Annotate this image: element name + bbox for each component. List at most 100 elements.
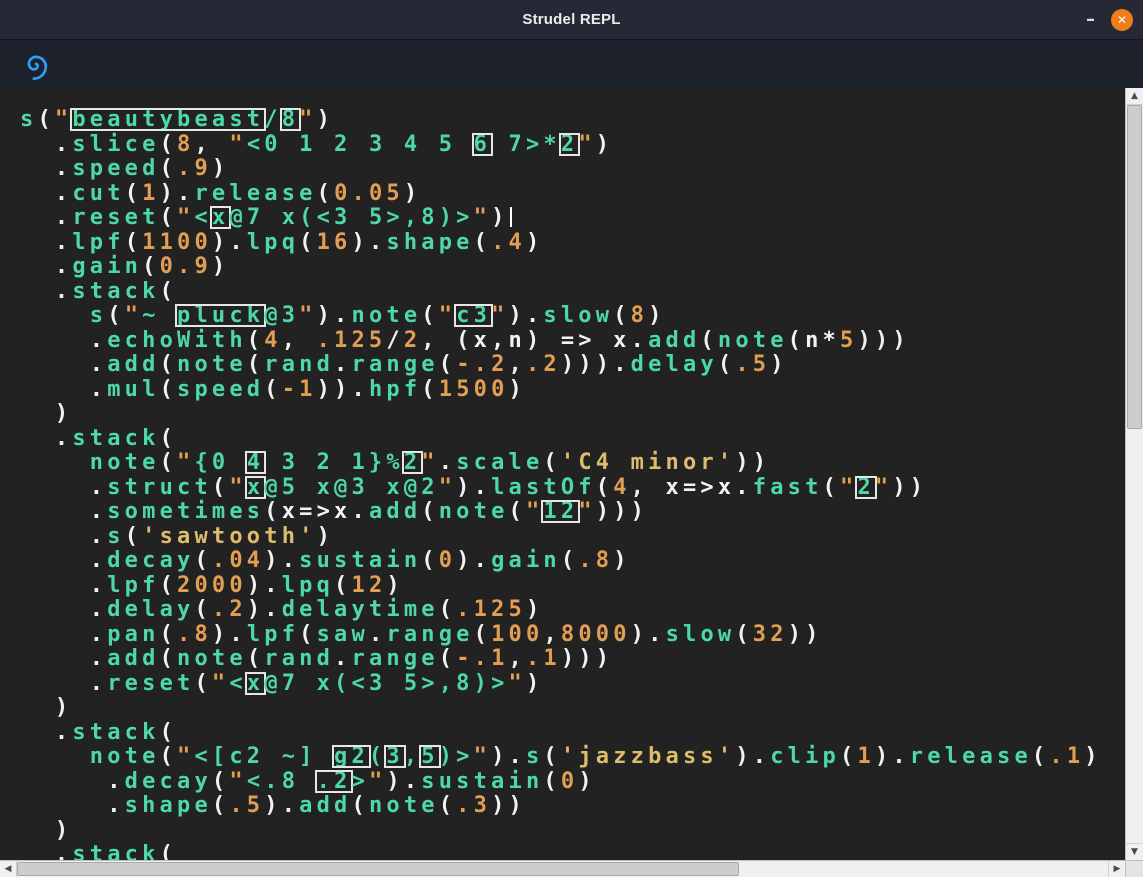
code-token: @7 x(<3 5>,8)> — [264, 671, 508, 696]
code-line: note("<[c2 ~] g2(3,5)>").s('jazzbass').c… — [20, 745, 1125, 770]
strudel-spiral-logo[interactable] — [20, 48, 52, 80]
code-line: ) — [20, 696, 1125, 721]
code-token: " — [491, 303, 508, 328]
scroll-left-button[interactable]: ◀ — [0, 861, 17, 877]
code-token: ). — [456, 475, 491, 500]
code-token: . — [20, 426, 72, 451]
code-token: x=>x. — [282, 499, 369, 524]
code-token: ). — [247, 597, 282, 622]
code-token: note — [439, 499, 509, 524]
code-token: ) — [20, 695, 72, 720]
text-cursor — [510, 207, 512, 227]
code-token: < — [194, 205, 211, 230]
code-token: ( — [543, 450, 560, 475]
close-button[interactable]: ✕ — [1111, 9, 1133, 31]
minimize-button[interactable]: – — [1084, 11, 1097, 29]
code-token: .8 — [177, 622, 212, 647]
code-token: note — [90, 744, 160, 769]
code-token: ) — [526, 597, 543, 622]
code-token: @3 — [264, 303, 299, 328]
scroll-down-button[interactable]: ▼ — [1126, 843, 1143, 860]
code-token: . — [20, 524, 107, 549]
code-token: ). — [264, 548, 299, 573]
code-token: stack — [72, 842, 159, 860]
code-token: ) — [596, 132, 613, 157]
code-token: 12 — [352, 573, 387, 598]
code-token: . — [20, 377, 107, 402]
code-token: ) — [526, 671, 543, 696]
code-token: ( — [247, 328, 264, 353]
code-token: ( — [421, 499, 438, 524]
code-token: )) — [788, 622, 823, 647]
code-token: )). — [317, 377, 369, 402]
code-token: ( — [125, 524, 142, 549]
code-token: .125 — [456, 597, 526, 622]
active-token-highlight: x — [212, 208, 229, 227]
code-token: ( — [160, 156, 177, 181]
scroll-up-button[interactable]: ▲ — [1126, 88, 1143, 105]
code-token: ) — [20, 401, 72, 426]
code-token: @7 x(<3 5>,8)> — [229, 205, 473, 230]
code-token: " — [229, 475, 246, 500]
code-token: ) — [491, 205, 508, 230]
code-token: delay — [631, 352, 718, 377]
code-token: ). — [631, 622, 666, 647]
code-token: .1 — [1049, 744, 1084, 769]
vertical-scrollbar[interactable]: ▲ ▼ — [1125, 88, 1143, 860]
code-token: . — [20, 769, 125, 794]
code-token: ( — [596, 475, 613, 500]
code-token: ) — [317, 524, 334, 549]
left-arrow-icon: ◀ — [5, 864, 12, 874]
code-token: ). — [352, 230, 387, 255]
code-token: ). — [264, 793, 299, 818]
code-token: 0 — [561, 769, 578, 794]
code-token: 7>* — [491, 132, 561, 157]
code-token: " — [369, 769, 386, 794]
code-token: ). — [247, 573, 282, 598]
code-token: ). — [875, 744, 910, 769]
close-icon: ✕ — [1117, 13, 1127, 27]
code-token: ) — [648, 303, 665, 328]
right-arrow-icon: ▶ — [1114, 864, 1121, 874]
code-token: ( — [212, 793, 229, 818]
code-token: mul — [107, 377, 159, 402]
code-token: ( — [160, 744, 177, 769]
code-token: . — [20, 156, 72, 181]
code-token: reset — [72, 205, 159, 230]
code-token: ( — [823, 475, 840, 500]
code-token: " — [474, 205, 491, 230]
code-token: " — [177, 450, 194, 475]
active-token-highlight: 4 — [247, 453, 264, 472]
active-token-highlight: 3 — [386, 747, 403, 766]
code-token: hpf — [369, 377, 421, 402]
horizontal-scrollbar[interactable]: ◀ ▶ — [0, 860, 1125, 877]
code-token: ( — [1032, 744, 1049, 769]
code-token: s — [90, 303, 107, 328]
code-token: ( — [700, 328, 717, 353]
code-token: " — [299, 303, 316, 328]
code-token: ). — [386, 769, 421, 794]
code-line: .stack( — [20, 721, 1125, 746]
active-token-highlight: 12 — [543, 502, 578, 521]
code-token: cut — [72, 181, 124, 206]
code-token: .8 — [578, 548, 613, 573]
horizontal-scrollbar-thumb[interactable] — [17, 862, 739, 876]
code-token: . — [20, 720, 72, 745]
code-token: ( — [247, 352, 264, 377]
code-token: ( — [421, 548, 438, 573]
code-token: gain — [491, 548, 561, 573]
code-token: ) — [613, 548, 630, 573]
code-token: note — [369, 793, 439, 818]
vertical-scrollbar-thumb[interactable] — [1127, 105, 1142, 429]
code-token: , — [543, 622, 560, 647]
code-editor[interactable]: s("beautybeast/8") .slice(8, "<0 1 2 3 4… — [0, 88, 1125, 860]
code-token: 4 — [613, 475, 630, 500]
code-token: lpf — [247, 622, 299, 647]
code-token: , x=>x. — [631, 475, 753, 500]
code-token: speed — [72, 156, 159, 181]
code-line: s("beautybeast/8") — [20, 108, 1125, 133]
code-token: ( — [369, 744, 386, 769]
scroll-right-button[interactable]: ▶ — [1108, 861, 1125, 877]
code-token: release — [194, 181, 316, 206]
code-token: note — [177, 646, 247, 671]
